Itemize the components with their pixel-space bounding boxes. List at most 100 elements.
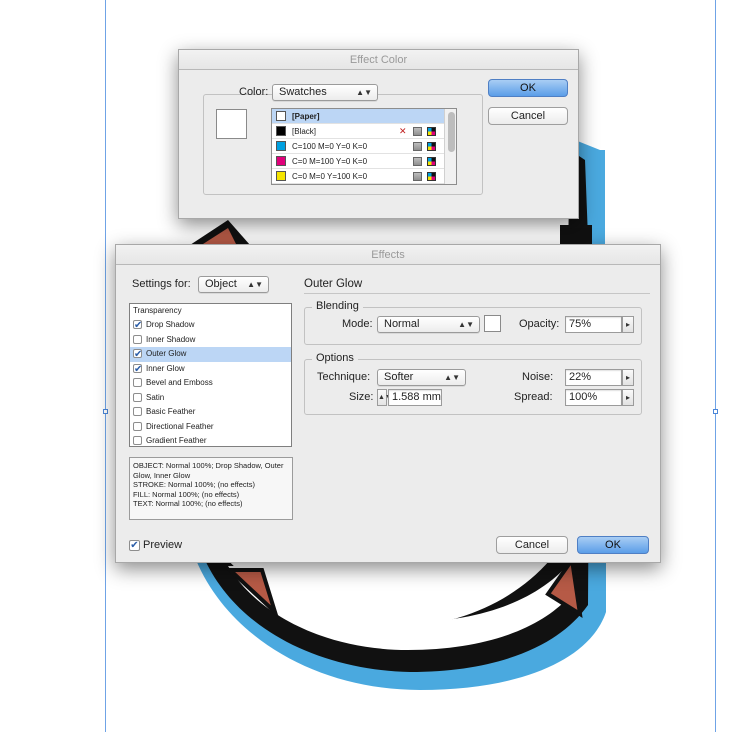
swatch-name: [Paper] bbox=[292, 112, 320, 121]
opacity-field[interactable]: 75% bbox=[565, 316, 622, 333]
effect-label: Inner Glow bbox=[146, 363, 185, 373]
color-label: Color: bbox=[239, 86, 269, 98]
effect-label: Gradient Feather bbox=[146, 436, 207, 445]
size-value: 1.588 mm bbox=[392, 391, 441, 403]
cmyk-icon bbox=[427, 142, 436, 151]
mode-value: Normal bbox=[384, 318, 420, 330]
technique-label: Technique: bbox=[317, 371, 371, 383]
swatch-row[interactable]: C=100 M=0 Y=0 K=0 bbox=[272, 139, 444, 154]
effect-checkbox[interactable] bbox=[133, 421, 142, 431]
effect-checkbox[interactable] bbox=[133, 392, 142, 402]
effect-checkbox[interactable] bbox=[133, 349, 142, 358]
spread-slider-button[interactable]: ▸ bbox=[622, 389, 634, 406]
effect-checkbox[interactable] bbox=[133, 363, 142, 373]
noise-slider-button[interactable]: ▸ bbox=[622, 369, 634, 386]
blending-title: Blending bbox=[312, 300, 363, 312]
swatch-scrollbar[interactable] bbox=[444, 109, 456, 184]
noise-field[interactable]: 22% bbox=[565, 369, 622, 386]
summary-line: TEXT: Normal 100%; (no effects) bbox=[133, 499, 243, 508]
swatch-name: [Black] bbox=[292, 127, 317, 136]
effect-label: Directional Feather bbox=[146, 421, 214, 431]
technique-select[interactable]: Softer ▲▼ bbox=[377, 369, 466, 386]
effect-label: Drop Shadow bbox=[146, 320, 195, 329]
options-group bbox=[304, 359, 642, 415]
swatch-scroll-thumb[interactable] bbox=[448, 112, 455, 152]
effect-label: Inner Shadow bbox=[146, 334, 196, 344]
effect-item[interactable]: Inner Shadow bbox=[130, 333, 291, 348]
popup-arrows-icon: ▲▼ bbox=[356, 88, 372, 97]
swatch-list[interactable]: [Paper] [Black] ✕ C=100 M=0 Y=0 K=0 C=0 M=10… bbox=[271, 108, 457, 185]
noise-label: Noise: bbox=[522, 371, 554, 383]
color-source-value: Swatches bbox=[279, 86, 327, 98]
mode-label: Mode: bbox=[342, 318, 373, 330]
summary-line: FILL: Normal 100%; (no effects) bbox=[133, 489, 240, 499]
swatch-color-chip bbox=[276, 111, 286, 121]
swatch-color-chip bbox=[276, 126, 286, 136]
effect-label: Bevel and Emboss bbox=[146, 378, 213, 387]
effect-color-ok-button[interactable]: OK bbox=[488, 79, 568, 97]
preview-label: Preview bbox=[143, 539, 183, 551]
effect-item[interactable]: Drop Shadow bbox=[130, 318, 291, 333]
mode-select[interactable]: Normal ▲▼ bbox=[377, 316, 480, 333]
effect-item[interactable]: Outer Glow bbox=[130, 347, 291, 362]
effects-title: Effects bbox=[116, 245, 660, 265]
effect-color-cancel-button[interactable]: Cancel bbox=[488, 107, 568, 125]
effect-item[interactable]: Directional Feather bbox=[130, 420, 291, 435]
effect-item[interactable]: Inner Glow bbox=[130, 362, 291, 377]
size-stepper[interactable]: ▲▼ bbox=[377, 389, 392, 406]
cmyk-icon bbox=[427, 172, 436, 181]
swatch-name: C=0 M=0 Y=100 K=0 bbox=[292, 172, 368, 181]
swatch-row[interactable]: [Black] ✕ bbox=[272, 124, 444, 139]
spread-label: Spread: bbox=[514, 391, 553, 403]
glow-color-swatch[interactable] bbox=[484, 315, 501, 332]
swatch-row[interactable]: C=0 M=100 Y=0 K=0 bbox=[272, 154, 444, 169]
popup-arrows-icon: ▲▼ bbox=[444, 373, 460, 382]
effect-checkbox[interactable] bbox=[133, 334, 142, 344]
effect-label: Outer Glow bbox=[146, 349, 187, 358]
section-divider bbox=[304, 293, 650, 294]
settings-for-label: Settings for: bbox=[132, 278, 191, 290]
effects-cancel-button[interactable]: Cancel bbox=[496, 536, 568, 554]
effect-color-title: Effect Color bbox=[179, 50, 578, 70]
noise-value: 22% bbox=[569, 371, 592, 383]
swatch-color-chip bbox=[276, 141, 286, 151]
options-title: Options bbox=[312, 352, 358, 364]
swatch-name: C=100 M=0 Y=0 K=0 bbox=[292, 142, 368, 151]
effect-label: Basic Feather bbox=[146, 407, 196, 416]
process-color-icon bbox=[413, 142, 422, 151]
preview-checkbox[interactable] bbox=[129, 540, 140, 551]
effect-section-title: Outer Glow bbox=[304, 278, 363, 290]
swatch-row[interactable]: [Paper] bbox=[272, 109, 444, 124]
effect-checkbox[interactable] bbox=[133, 320, 142, 329]
settings-for-value: Object bbox=[205, 278, 237, 290]
spread-field[interactable]: 100% bbox=[565, 389, 622, 406]
effect-item[interactable]: Bevel and Emboss bbox=[130, 376, 291, 391]
effects-list[interactable]: Transparency Drop Shadow Inner Shadow Oute… bbox=[129, 303, 292, 447]
size-label: Size: bbox=[349, 391, 374, 403]
effect-item[interactable]: Gradient Feather bbox=[130, 434, 291, 449]
opacity-label: Opacity: bbox=[519, 318, 560, 330]
summary-line: OBJECT: Normal 100%; Drop Shadow, Outer … bbox=[133, 461, 284, 480]
effect-color-preview-swatch bbox=[216, 109, 247, 139]
color-source-select[interactable]: Swatches ▲▼ bbox=[272, 84, 378, 101]
effect-checkbox[interactable] bbox=[133, 436, 142, 445]
effects-ok-button[interactable]: OK bbox=[577, 536, 649, 554]
effect-checkbox[interactable] bbox=[133, 407, 142, 416]
size-field[interactable]: 1.588 mm bbox=[388, 389, 442, 406]
effect-item[interactable]: Satin bbox=[130, 391, 291, 406]
swatch-name: C=0 M=100 Y=0 K=0 bbox=[292, 157, 368, 166]
effect-item[interactable]: Basic Feather bbox=[130, 405, 291, 420]
process-color-icon bbox=[413, 127, 422, 136]
swatch-row[interactable]: C=0 M=0 Y=100 K=0 bbox=[272, 169, 444, 184]
cmyk-icon bbox=[427, 127, 436, 136]
popup-arrows-icon: ▲▼ bbox=[247, 280, 263, 289]
opacity-slider-button[interactable]: ▸ bbox=[622, 316, 634, 333]
process-color-icon bbox=[413, 172, 422, 181]
settings-for-select[interactable]: Object ▲▼ bbox=[198, 276, 269, 293]
effects-header-transparency[interactable]: Transparency bbox=[133, 305, 182, 317]
effect-color-dialog: Effect Color Color: Swatches ▲▼ [Paper][… bbox=[178, 49, 579, 219]
effects-summary: OBJECT: Normal 100%; Drop Shadow, Outer … bbox=[129, 457, 293, 520]
effect-checkbox[interactable] bbox=[133, 378, 142, 387]
cmyk-icon bbox=[427, 157, 436, 166]
swatch-color-chip bbox=[276, 171, 286, 181]
